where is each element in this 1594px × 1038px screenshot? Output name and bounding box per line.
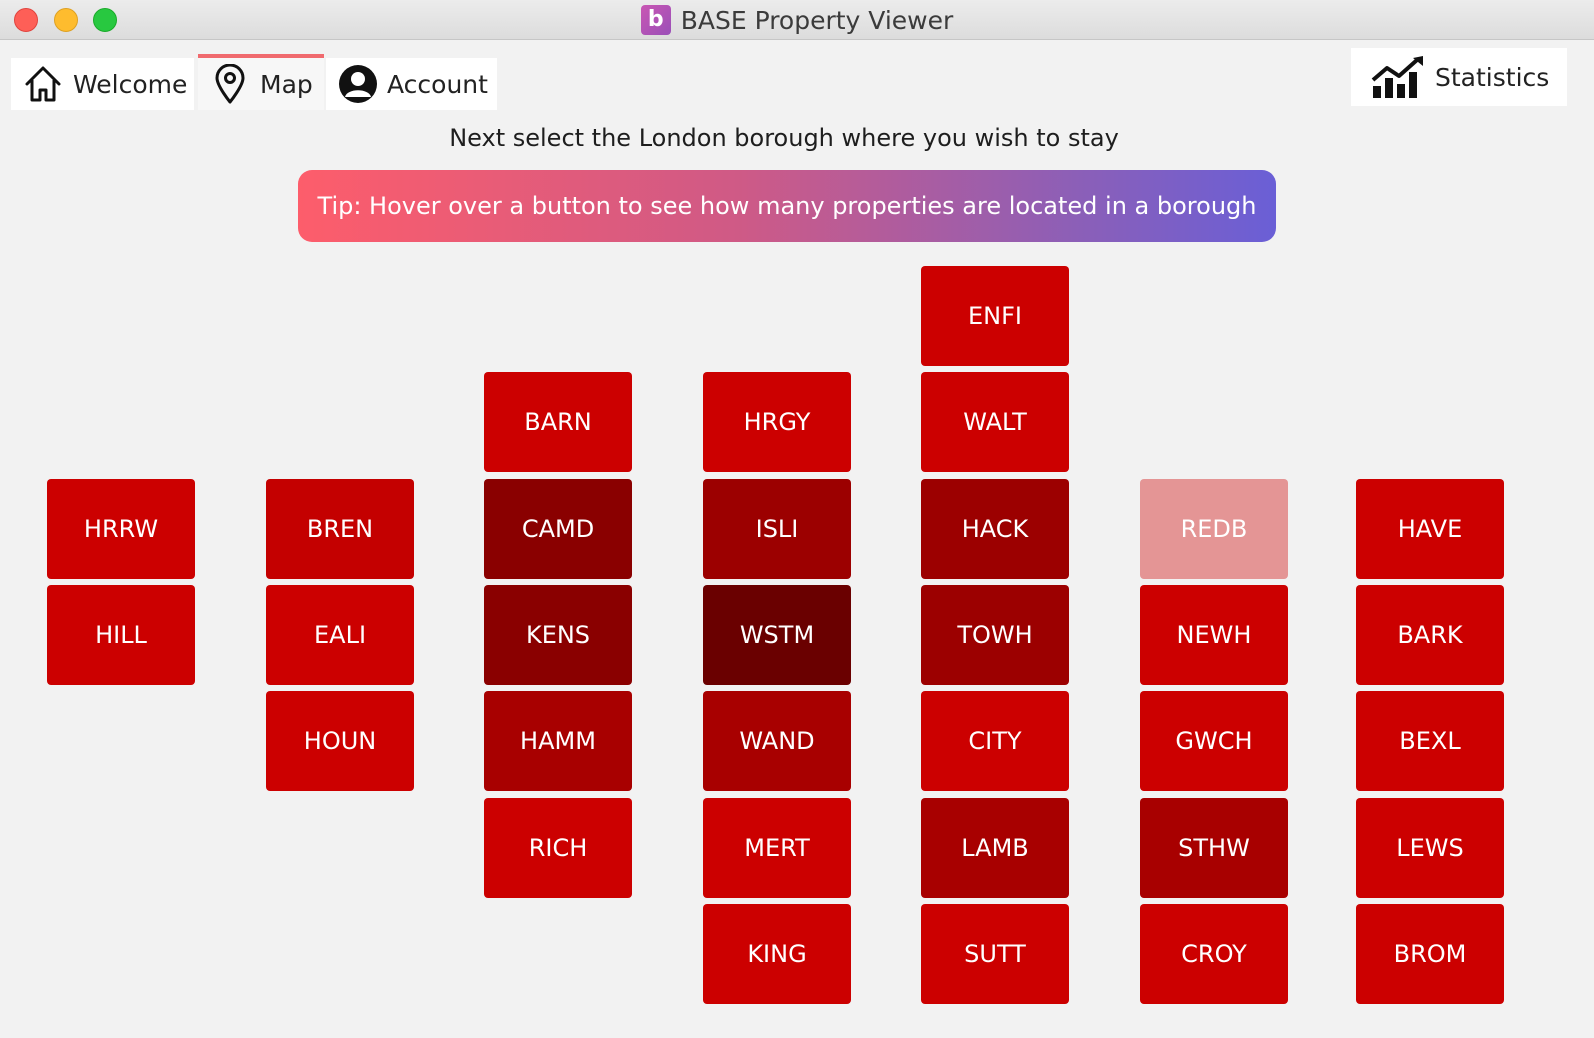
tab-account[interactable]: Account xyxy=(326,58,497,110)
tab-welcome[interactable]: Welcome xyxy=(11,58,194,110)
borough-button-sthw[interactable]: STHW xyxy=(1140,798,1288,898)
tab-map-label: Map xyxy=(260,69,313,99)
borough-button-newh[interactable]: NEWH xyxy=(1140,585,1288,685)
borough-button-camd[interactable]: CAMD xyxy=(484,479,632,579)
borough-button-king[interactable]: KING xyxy=(703,904,851,1004)
borough-grid: ENFI BARN HRGY WALT HRRW BREN CAMD ISLI HACK REDB… xyxy=(0,0,1594,1038)
borough-button-croy[interactable]: CROY xyxy=(1140,904,1288,1004)
borough-button-gwch[interactable]: GWCH xyxy=(1140,691,1288,791)
borough-button-city[interactable]: CITY xyxy=(921,691,1069,791)
borough-button-wstm[interactable]: WSTM xyxy=(703,585,851,685)
borough-button-bexl[interactable]: BEXL xyxy=(1356,691,1504,791)
borough-button-enfi[interactable]: ENFI xyxy=(921,266,1069,366)
borough-button-isli[interactable]: ISLI xyxy=(703,479,851,579)
tip-banner: Tip: Hover over a button to see how many… xyxy=(298,170,1276,242)
chart-trend-icon xyxy=(1371,56,1425,98)
user-icon xyxy=(337,64,379,104)
map-pin-icon xyxy=(214,64,246,104)
borough-button-barn[interactable]: BARN xyxy=(484,372,632,472)
borough-button-wand[interactable]: WAND xyxy=(703,691,851,791)
window-title: BASE Property Viewer xyxy=(680,5,954,35)
borough-button-eali[interactable]: EALI xyxy=(266,585,414,685)
borough-button-bark[interactable]: BARK xyxy=(1356,585,1504,685)
borough-button-kens[interactable]: KENS xyxy=(484,585,632,685)
borough-button-bren[interactable]: BREN xyxy=(266,479,414,579)
window-titlebar: b BASE Property Viewer xyxy=(0,0,1594,40)
borough-button-have[interactable]: HAVE xyxy=(1356,479,1504,579)
window-title-group: b BASE Property Viewer xyxy=(0,0,1594,40)
borough-button-hill[interactable]: HILL xyxy=(47,585,195,685)
borough-button-rich[interactable]: RICH xyxy=(484,798,632,898)
tab-welcome-label: Welcome xyxy=(73,69,188,99)
borough-button-houn[interactable]: HOUN xyxy=(266,691,414,791)
borough-button-mert[interactable]: MERT xyxy=(703,798,851,898)
borough-button-hrrw[interactable]: HRRW xyxy=(47,479,195,579)
tab-account-label: Account xyxy=(387,69,488,99)
borough-button-hack[interactable]: HACK xyxy=(921,479,1069,579)
borough-button-brom[interactable]: BROM xyxy=(1356,904,1504,1004)
borough-button-hamm[interactable]: HAMM xyxy=(484,691,632,791)
borough-button-walt[interactable]: WALT xyxy=(921,372,1069,472)
borough-button-redb[interactable]: REDB xyxy=(1140,479,1288,579)
statistics-button[interactable]: Statistics xyxy=(1351,48,1567,106)
borough-button-sutt[interactable]: SUTT xyxy=(921,904,1069,1004)
borough-button-lamb[interactable]: LAMB xyxy=(921,798,1069,898)
borough-button-lews[interactable]: LEWS xyxy=(1356,798,1504,898)
page-instruction: Next select the London borough where you… xyxy=(449,124,1119,152)
app-icon: b xyxy=(640,5,671,35)
tab-map[interactable]: Map xyxy=(198,54,324,110)
borough-button-hrgy[interactable]: HRGY xyxy=(703,372,851,472)
home-icon xyxy=(23,64,63,104)
borough-button-towh[interactable]: TOWH xyxy=(921,585,1069,685)
statistics-button-label: Statistics xyxy=(1435,62,1550,92)
